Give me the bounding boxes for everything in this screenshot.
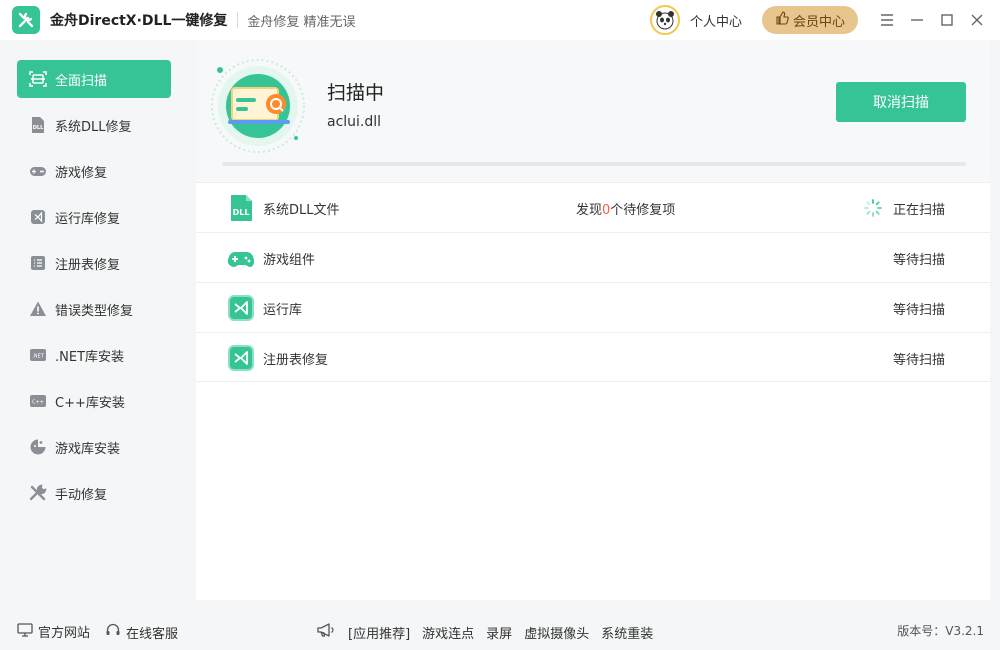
scan-row-state: 正在扫描	[893, 203, 946, 218]
app-logo-icon	[12, 6, 40, 34]
scan-row-state: 等待扫描	[893, 303, 946, 318]
scan-row-system-dll: DLL 系统DLL文件 发现0个待修复项 正在扫描	[196, 182, 990, 232]
sidebar-item-system-dll[interactable]: DLL 系统DLL修复	[17, 106, 171, 144]
version-text: 版本号：V3.2.1	[897, 624, 984, 638]
scan-current-file: aclui.dll	[327, 114, 382, 130]
avatar[interactable]	[649, 5, 680, 35]
registry-repair-icon	[226, 343, 256, 373]
scanning-illustration-icon	[210, 58, 306, 154]
title-divider	[237, 12, 239, 28]
sidebar-item-label: .NET库安装	[55, 349, 125, 365]
recommend-label: [应用推荐]	[348, 626, 411, 642]
sidebar-item-label: 错误类型修复	[55, 303, 134, 319]
recommend-link[interactable]: 系统重装	[601, 623, 653, 642]
app-recommendations: [应用推荐] 游戏连点 录屏 虚拟摄像头 系统重装	[316, 622, 653, 642]
recommend-link[interactable]: 游戏连点	[422, 623, 474, 642]
vip-label: 会员中心	[792, 14, 845, 30]
sidebar-item-full-scan[interactable]: 全面扫描	[17, 60, 171, 98]
game-lib-icon	[29, 438, 47, 456]
sidebar-item-cpp-install[interactable]: C++ C++库安装	[17, 382, 171, 420]
minimize-icon[interactable]	[902, 0, 932, 40]
scan-row-registry: 注册表修复 等待扫描	[196, 332, 990, 382]
tools-icon	[29, 484, 47, 502]
app-title: 金舟DirectX·DLL一键修复	[50, 13, 228, 29]
sidebar-item-label: 游戏库安装	[55, 441, 121, 457]
scan-row-label: 系统DLL文件	[263, 203, 340, 218]
recommend-link[interactable]: 录屏	[486, 623, 512, 642]
sidebar-item-game-lib-install[interactable]: 游戏库安装	[17, 428, 171, 466]
scan-row-label: 运行库	[263, 303, 303, 318]
runtime-icon	[29, 208, 47, 226]
sidebar-item-label: 运行库修复	[55, 211, 121, 227]
sidebar-item-label: 系统DLL修复	[55, 119, 132, 135]
online-service-link[interactable]: 在线客服	[105, 622, 178, 642]
vip-center-button[interactable]: 会员中心	[762, 6, 858, 34]
maximize-icon[interactable]	[932, 0, 962, 40]
scan-icon	[29, 70, 47, 88]
main-panel: 扫描中 aclui.dll 取消扫描 DLL 系统DLL文件 发现0个待修复项 …	[196, 40, 990, 600]
dll-icon: DLL	[29, 116, 47, 134]
scan-header: 扫描中 aclui.dll 取消扫描	[196, 40, 990, 182]
cpp-icon: C++	[29, 392, 47, 410]
warning-icon	[29, 300, 47, 318]
svg-text:.NET: .NET	[32, 354, 44, 360]
dotnet-icon: .NET	[29, 346, 47, 364]
registry-icon	[29, 254, 47, 272]
sidebar: 全面扫描 DLL 系统DLL修复 游戏修复 运行库修复 注册表修复 错误类型修复…	[0, 40, 188, 608]
recommend-link[interactable]: 虚拟摄像头	[524, 623, 589, 642]
sidebar-item-label: 全面扫描	[55, 73, 108, 89]
headset-icon	[105, 622, 121, 642]
svg-text:DLL: DLL	[33, 125, 44, 131]
thumb-up-icon	[775, 11, 789, 29]
title-bar: 金舟DirectX·DLL一键修复 金舟修复 精准无误 个人中心 会员中心	[0, 0, 1000, 40]
game-component-icon	[226, 243, 256, 273]
found-count-text: 发现0个待修复项	[576, 203, 676, 218]
scan-row-state: 等待扫描	[893, 353, 946, 368]
footer: 官方网站 在线客服 [应用推荐] 游戏连点 录屏 虚拟摄像头 系统重装 版本号：…	[0, 610, 1000, 650]
scan-progress-bar	[222, 162, 966, 166]
sidebar-item-error-repair[interactable]: 错误类型修复	[17, 290, 171, 328]
sidebar-item-label: 注册表修复	[55, 257, 121, 273]
sidebar-item-registry-repair[interactable]: 注册表修复	[17, 244, 171, 282]
scan-row-runtime: 运行库 等待扫描	[196, 282, 990, 332]
sidebar-item-dotnet-install[interactable]: .NET .NET库安装	[17, 336, 171, 374]
scan-row-game-components: 游戏组件 等待扫描	[196, 232, 990, 282]
app-slogan: 金舟修复 精准无误	[247, 14, 356, 30]
svg-text:DLL: DLL	[233, 208, 250, 217]
official-site-link[interactable]: 官方网站	[17, 622, 90, 641]
scan-row-label: 注册表修复	[263, 353, 329, 368]
loading-spinner-icon	[864, 199, 882, 217]
sidebar-item-game-repair[interactable]: 游戏修复	[17, 152, 171, 190]
monitor-icon	[17, 622, 33, 641]
sidebar-item-runtime-repair[interactable]: 运行库修复	[17, 198, 171, 236]
runtime-lib-icon	[226, 293, 256, 323]
close-icon[interactable]	[962, 0, 992, 40]
svg-text:C++: C++	[32, 400, 44, 406]
sidebar-item-label: 手动修复	[55, 487, 108, 503]
user-center-link[interactable]: 个人中心	[690, 11, 742, 30]
menu-icon[interactable]	[872, 0, 902, 40]
megaphone-icon	[316, 622, 336, 642]
gamepad-icon	[29, 162, 47, 180]
scan-row-state: 等待扫描	[893, 253, 946, 268]
scan-row-label: 游戏组件	[263, 253, 316, 268]
sidebar-item-label: C++库安装	[55, 395, 125, 411]
dll-file-icon: DLL	[226, 193, 256, 223]
cancel-scan-button[interactable]: 取消扫描	[836, 82, 966, 122]
scan-status-title: 扫描中	[327, 82, 385, 104]
sidebar-item-manual-repair[interactable]: 手动修复	[17, 474, 171, 512]
sidebar-item-label: 游戏修复	[55, 165, 108, 181]
